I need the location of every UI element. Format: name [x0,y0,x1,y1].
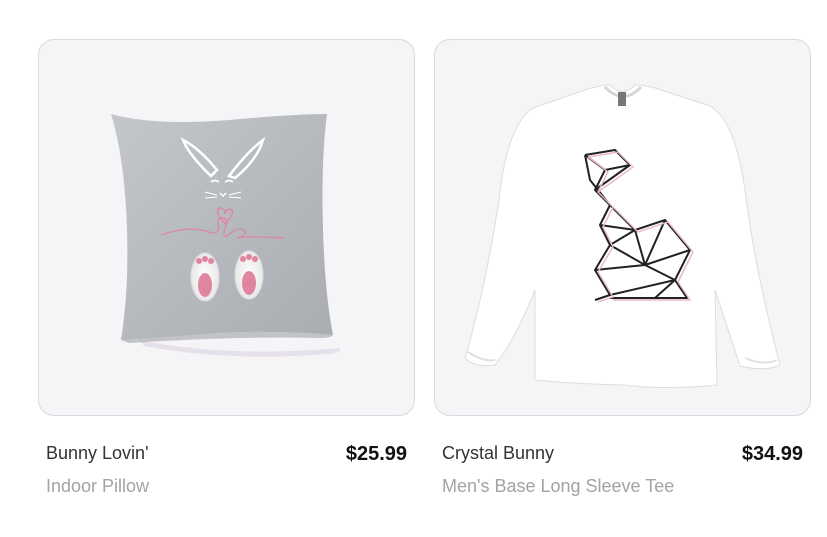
product-card-crystal-bunny[interactable]: Crystal Bunny Men's Base Long Sleeve Tee… [434,39,811,497]
bunny-pillow-image [111,114,341,357]
product-text-group: Bunny Lovin' Indoor Pillow [46,442,149,497]
product-image-frame[interactable] [434,39,811,416]
product-name[interactable]: Crystal Bunny [442,442,674,464]
product-info: Crystal Bunny Men's Base Long Sleeve Tee… [434,442,811,497]
product-name[interactable]: Bunny Lovin' [46,442,149,464]
tee-shape [464,84,781,388]
product-info: Bunny Lovin' Indoor Pillow $25.99 [38,442,415,497]
product-price: $34.99 [741,443,803,465]
product-type: Men's Base Long Sleeve Tee [442,476,675,496]
product-image-frame[interactable] [38,39,415,416]
product-text-group: Crystal Bunny Men's Base Long Sleeve Tee [442,442,674,497]
product-grid: Bunny Lovin' Indoor Pillow $25.99 Crysta… [38,39,811,497]
product-type: Indoor Pillow [46,476,150,496]
product-price: $25.99 [345,443,407,465]
crystal-bunny-tee-image [464,84,781,388]
pillow-shape [111,114,333,340]
product-card-bunny-lovin[interactable]: Bunny Lovin' Indoor Pillow $25.99 [38,39,415,497]
